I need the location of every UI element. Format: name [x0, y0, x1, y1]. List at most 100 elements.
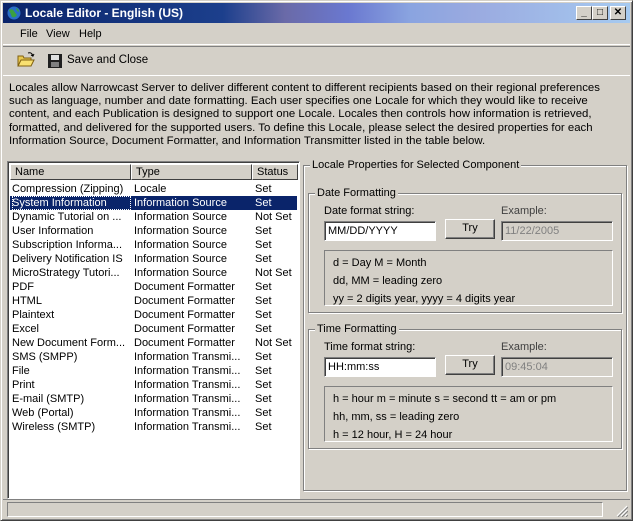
list-cell-name: Excel	[12, 323, 39, 335]
list-cell-type: Information Transmi...	[134, 351, 241, 363]
date-formatting-label: Date Formatting	[315, 187, 398, 199]
menu-view[interactable]: View	[46, 28, 70, 40]
list-cell-status: Set	[255, 183, 272, 195]
description-text: Locales allow Narrowcast Server to deliv…	[9, 82, 600, 147]
column-header-type[interactable]: Type	[131, 164, 252, 180]
list-item[interactable]: Subscription Informa... Information Sourc…	[10, 238, 297, 252]
save-and-close-button[interactable]: Save and Close	[43, 50, 151, 72]
locale-editor-window: Locale Editor - English (US) _ □ ✕ File …	[0, 0, 633, 521]
toolbar: Save and Close	[3, 46, 630, 76]
list-item[interactable]: System Information Information Source Set	[10, 196, 297, 210]
list-item[interactable]: MicroStrategy Tutori... Information Sourc…	[10, 266, 297, 280]
list-cell-name: PDF	[12, 281, 34, 293]
list-cell-type: Information Source	[134, 239, 227, 251]
list-cell-status: Set	[255, 323, 272, 335]
list-cell-type: Information Source	[134, 211, 227, 223]
list-item[interactable]: Print Information Transmi... Set	[10, 378, 297, 392]
list-cell-name: Compression (Zipping)	[12, 183, 124, 195]
list-item[interactable]: Wireless (SMTP) Information Transmi... Set	[10, 420, 297, 434]
list-cell-type: Information Source	[134, 253, 227, 265]
resize-grip-icon[interactable]	[616, 505, 628, 517]
list-item[interactable]: Web (Portal) Information Transmi... Set	[10, 406, 297, 420]
list-item[interactable]: HTML Document Formatter Set	[10, 294, 297, 308]
list-cell-status: Set	[255, 225, 272, 237]
list-item[interactable]: Delivery Notification IS Information Sour…	[10, 252, 297, 266]
column-header-status[interactable]: Status	[252, 164, 298, 180]
maximize-icon: □	[596, 7, 604, 18]
date-help-line: d = Day M = Month	[333, 257, 427, 269]
date-help-line: yy = 2 digits year, yyyy = 4 digits year	[333, 293, 516, 305]
time-format-label: Time format string:	[324, 341, 416, 353]
date-example-value: 11/22/2005	[501, 221, 613, 241]
list-cell-type: Information Transmi...	[134, 407, 241, 419]
minimize-button[interactable]: _	[576, 6, 592, 20]
list-item[interactable]: User Information Information Source Set	[10, 224, 297, 238]
list-item[interactable]: Dynamic Tutorial on ... Information Sourc…	[10, 210, 297, 224]
list-cell-type: Document Formatter	[134, 309, 235, 321]
time-example-label: Example:	[501, 341, 547, 353]
list-cell-name: E-mail (SMTP)	[12, 393, 85, 405]
list-item[interactable]: Excel Document Formatter Set	[10, 322, 297, 336]
menu-file[interactable]: File	[20, 28, 38, 40]
list-cell-status: Not Set	[255, 211, 292, 223]
list-cell-name: HTML	[12, 295, 42, 307]
list-cell-status: Set	[255, 393, 272, 405]
menu-bar: File View Help	[3, 25, 630, 45]
date-example-label: Example:	[501, 205, 547, 217]
list-cell-status: Set	[255, 407, 272, 419]
list-cell-type: Document Formatter	[134, 323, 235, 335]
globe-icon[interactable]	[6, 5, 22, 21]
close-button[interactable]: ✕	[610, 6, 626, 20]
column-header-name[interactable]: Name	[10, 164, 131, 180]
list-item[interactable]: File Information Transmi... Set	[10, 364, 297, 378]
time-help-line: h = 12 hour, H = 24 hour	[333, 429, 453, 441]
time-help-line: hh, mm, ss = leading zero	[333, 411, 460, 423]
window-title: Locale Editor - English (US)	[25, 6, 184, 20]
list-cell-type: Information Transmi...	[134, 365, 241, 377]
list-cell-name: File	[12, 365, 30, 377]
list-cell-status: Set	[255, 309, 272, 321]
time-formatting-label: Time Formatting	[315, 323, 399, 335]
date-format-input[interactable]: MM/DD/YYYY	[324, 221, 436, 241]
time-format-help: h = hour m = minute s = second tt = am o…	[324, 386, 613, 442]
date-try-button[interactable]: Try	[445, 219, 495, 239]
list-cell-status: Set	[255, 197, 272, 209]
list-item[interactable]: PDF Document Formatter Set	[10, 280, 297, 294]
list-cell-type: Document Formatter	[134, 295, 235, 307]
list-cell-status: Set	[255, 351, 272, 363]
time-try-button[interactable]: Try	[445, 355, 495, 375]
list-cell-name: Plaintext	[12, 309, 55, 321]
save-and-close-label: Save and Close	[67, 54, 149, 66]
list-cell-status: Set	[255, 365, 272, 377]
list-cell-name: SMS (SMPP)	[12, 351, 78, 363]
menu-help[interactable]: Help	[79, 28, 102, 40]
list-cell-status: Set	[255, 253, 272, 265]
list-cell-status: Not Set	[255, 267, 292, 279]
component-list[interactable]: Name Type Status Compression (Zipping) Lo…	[7, 161, 300, 499]
open-folder-icon	[17, 52, 35, 67]
list-cell-type: Document Formatter	[134, 281, 235, 293]
list-cell-name: New Document Form...	[12, 337, 126, 349]
list-item[interactable]: E-mail (SMTP) Information Transmi... Set	[10, 392, 297, 406]
time-format-input[interactable]: HH:mm:ss	[324, 357, 436, 377]
status-bar	[3, 499, 630, 519]
list-cell-type: Information Source	[134, 267, 227, 279]
list-cell-type: Locale	[134, 183, 167, 195]
list-cell-name: Subscription Informa...	[12, 239, 123, 251]
maximize-button[interactable]: □	[592, 6, 608, 20]
list-cell-name: MicroStrategy Tutori...	[12, 267, 120, 279]
list-cell-type: Information Source	[134, 225, 227, 237]
time-example-value: 09:45:04	[501, 357, 613, 377]
list-item[interactable]: SMS (SMPP) Information Transmi... Set	[10, 350, 297, 364]
minimize-icon: _	[581, 7, 587, 18]
title-bar[interactable]: Locale Editor - English (US) _ □ ✕	[3, 3, 630, 23]
list-item[interactable]: New Document Form... Document Formatter No…	[10, 336, 297, 350]
list-cell-type: Information Transmi...	[134, 379, 241, 391]
list-item[interactable]: Plaintext Document Formatter Set	[10, 308, 297, 322]
open-button[interactable]	[15, 50, 39, 72]
list-cell-status: Set	[255, 295, 272, 307]
list-cell-status: Set	[255, 379, 272, 391]
list-cell-status: Set	[255, 239, 272, 251]
list-item[interactable]: Compression (Zipping) Locale Set	[10, 182, 297, 196]
list-cell-type: Information Transmi...	[134, 421, 241, 433]
